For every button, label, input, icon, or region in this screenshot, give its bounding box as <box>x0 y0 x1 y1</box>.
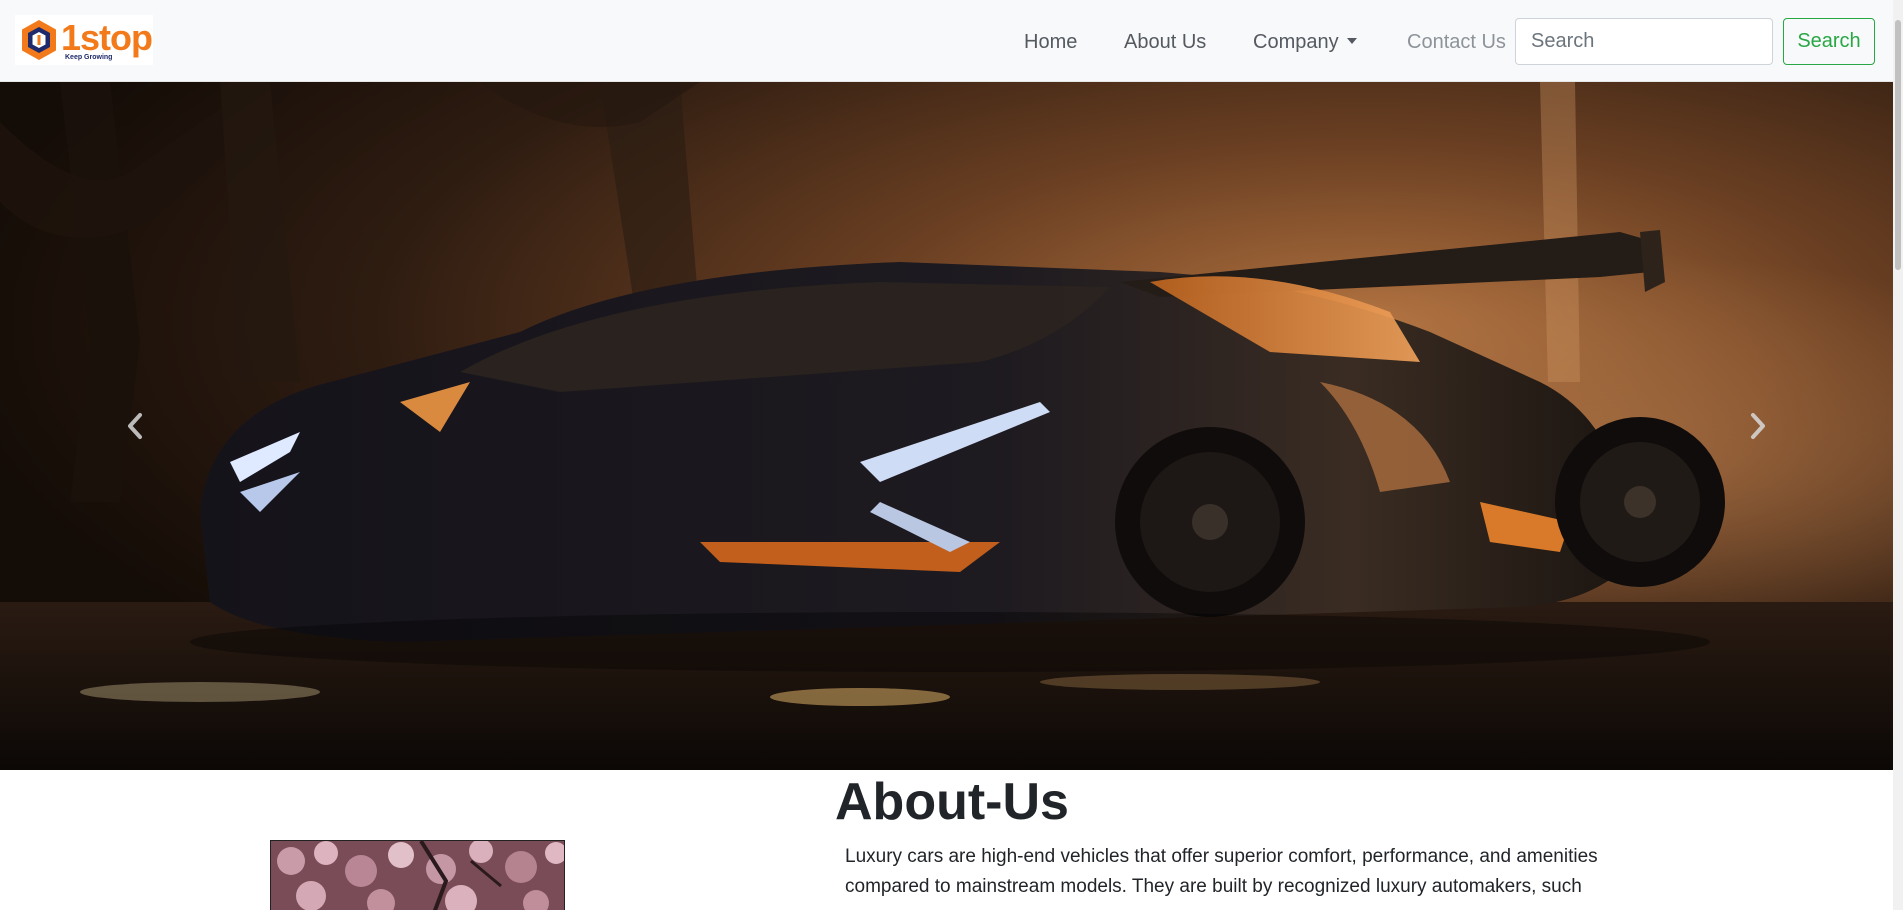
page: 1stop Keep Growing Home About Us Company… <box>0 0 1903 910</box>
navbar: 1stop Keep Growing Home About Us Company… <box>0 0 1893 82</box>
nav-link-company-label: Company <box>1253 31 1339 53</box>
hero-carousel <box>0 82 1893 770</box>
brand-text: 1stop Keep Growing <box>61 17 153 62</box>
about-paragraph: Luxury cars are high-end vehicles that o… <box>845 846 1598 897</box>
about-title: About-Us <box>835 773 1069 831</box>
caret-down-icon <box>1346 38 1357 44</box>
cherry-blossom-image <box>270 840 565 910</box>
nav-link-company[interactable]: Company <box>1253 28 1357 56</box>
cherry-blossom-graphic <box>271 841 564 910</box>
hexagon-logo-icon <box>22 20 56 60</box>
nav-link-about-us[interactable]: About Us <box>1124 28 1206 56</box>
brand-tagline: Keep Growing <box>65 54 113 61</box>
chevron-right-icon <box>1751 413 1765 439</box>
scrollbar-thumb[interactable] <box>1895 20 1901 270</box>
sports-car-image <box>0 82 1893 770</box>
nav-link-contact-us[interactable]: Contact Us <box>1407 28 1506 56</box>
page-scrollbar[interactable] <box>1893 0 1903 910</box>
brand-name: 1stop <box>61 17 153 58</box>
carousel-prev-button[interactable] <box>0 82 270 770</box>
nav-link-home[interactable]: Home <box>1024 28 1077 56</box>
search-button[interactable]: Search <box>1783 18 1875 65</box>
brand-logo[interactable]: 1stop Keep Growing <box>15 15 153 65</box>
carousel-next-button[interactable] <box>1623 82 1893 770</box>
search-input[interactable] <box>1515 18 1773 65</box>
chevron-left-icon <box>128 413 142 439</box>
